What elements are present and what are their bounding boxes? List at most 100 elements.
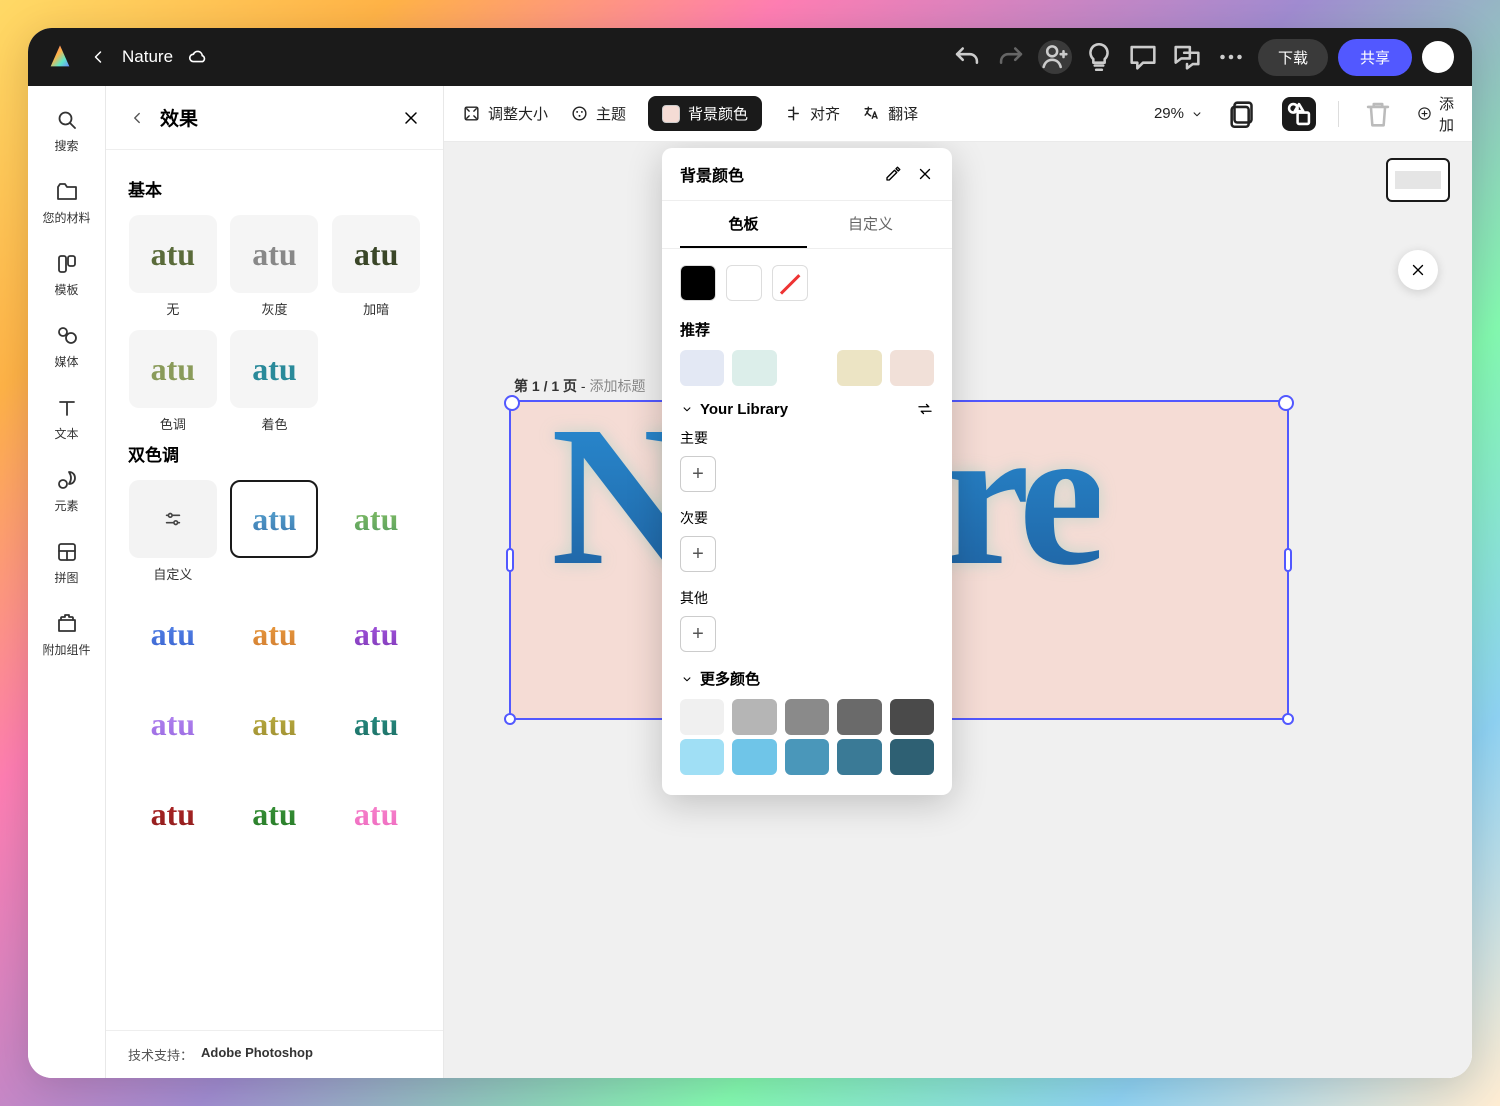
thumb-duotone-1[interactable]: atu <box>230 480 318 558</box>
back-button[interactable] <box>88 47 108 67</box>
color-swatch[interactable] <box>732 350 776 386</box>
rail-addons[interactable]: 附加组件 <box>28 608 105 662</box>
tool-add-button[interactable]: 添加 <box>1417 93 1454 135</box>
thumb-tint[interactable]: atu <box>129 330 217 408</box>
color-swatch[interactable] <box>680 350 724 386</box>
redo-button[interactable] <box>994 40 1028 74</box>
more-icon[interactable] <box>1214 40 1248 74</box>
canvas-viewport[interactable]: 第 1 / 1 页 - 添加标题 Nature 背景颜色 <box>444 142 1472 1078</box>
add-other-swatch[interactable]: + <box>680 616 716 652</box>
document-title[interactable]: Nature <box>122 47 173 67</box>
comment-icon[interactable] <box>1126 40 1160 74</box>
close-float-button[interactable] <box>1398 250 1438 290</box>
rail-elements[interactable]: 元素 <box>28 464 105 518</box>
thumb-grayscale[interactable]: atu <box>230 215 318 293</box>
tool-translate[interactable]: 翻译 <box>862 103 918 124</box>
tab-custom[interactable]: 自定义 <box>807 201 934 248</box>
tab-swatch[interactable]: 色板 <box>680 201 807 248</box>
color-swatch[interactable] <box>890 699 934 735</box>
thumb-duotone-8[interactable]: atu <box>332 685 420 763</box>
effects-scroll[interactable]: 基本 atu无 atu灰度 atu加暗 atu色调 atu着色 双色调 自定义 … <box>106 150 443 1030</box>
color-swatch[interactable] <box>837 739 881 775</box>
color-swatch[interactable] <box>785 699 829 735</box>
rail-templates[interactable]: 模板 <box>28 248 105 302</box>
topbar: Nature 下载 共享 <box>28 28 1472 86</box>
swatch-none[interactable] <box>772 265 808 301</box>
thumb-duotone-2[interactable]: atu <box>332 480 420 558</box>
thumb-colorize[interactable]: atu <box>230 330 318 408</box>
feedback-icon[interactable] <box>1170 40 1204 74</box>
swap-icon[interactable] <box>916 400 934 418</box>
effects-footer: 技术支持： Adobe Photoshop <box>106 1030 443 1078</box>
thumb-duotone-9[interactable]: atu <box>129 775 217 853</box>
thumb-duotone-3[interactable]: atu <box>129 595 217 673</box>
avatar[interactable] <box>1422 41 1454 73</box>
lightbulb-icon[interactable] <box>1082 40 1116 74</box>
color-swatch[interactable] <box>890 739 934 775</box>
section-more-colors: 更多颜色 <box>700 668 760 689</box>
color-swatch[interactable] <box>837 699 881 735</box>
thumb-duotone-7[interactable]: atu <box>230 685 318 763</box>
eyedropper-icon[interactable] <box>884 165 902 183</box>
thumb-duotone-5[interactable]: atu <box>332 595 420 673</box>
resize-handle[interactable] <box>1284 548 1292 572</box>
tool-layers-icon[interactable] <box>1282 97 1316 131</box>
effects-title: 效果 <box>160 104 387 131</box>
duotone-grid: 自定义 atu atu atu atu atu atu atu atu atu … <box>128 480 421 853</box>
app-window: Nature 下载 共享 搜索 您的材料 模板 媒体 文本 元素 拼图 附加组 <box>28 28 1472 1078</box>
share-button[interactable]: 共享 <box>1338 39 1412 76</box>
color-swatch[interactable] <box>837 350 881 386</box>
tool-delete-icon[interactable] <box>1361 97 1395 131</box>
resize-handle[interactable] <box>504 713 516 725</box>
color-swatch[interactable] <box>680 699 724 735</box>
effects-close-icon[interactable] <box>401 108 421 128</box>
swatch-black[interactable] <box>680 265 716 301</box>
thumb-none[interactable]: atu <box>129 215 217 293</box>
zoom-control[interactable]: 29% <box>1154 105 1204 122</box>
color-swatch[interactable] <box>732 699 776 735</box>
body: 搜索 您的材料 模板 媒体 文本 元素 拼图 附加组件 效果 基本 atu无 a… <box>28 86 1472 1078</box>
download-button[interactable]: 下载 <box>1258 39 1328 76</box>
color-swatch[interactable] <box>785 350 829 386</box>
rail-grids[interactable]: 拼图 <box>28 536 105 590</box>
popover-close-icon[interactable] <box>916 165 934 183</box>
undo-button[interactable] <box>950 40 984 74</box>
color-swatch[interactable] <box>732 739 776 775</box>
rail-media[interactable]: 媒体 <box>28 320 105 374</box>
tool-align[interactable]: 对齐 <box>784 103 840 124</box>
canvas-area: 调整大小 主题 背景颜色 对齐 翻译 29% 添加 第 1 / 1 页 - 添加… <box>444 86 1472 1078</box>
rail-your-stuff[interactable]: 您的材料 <box>28 176 105 230</box>
left-rail: 搜索 您的材料 模板 媒体 文本 元素 拼图 附加组件 <box>28 86 106 1078</box>
invite-user-button[interactable] <box>1038 40 1072 74</box>
tool-resize[interactable]: 调整大小 <box>462 103 548 124</box>
thumb-darken[interactable]: atu <box>332 215 420 293</box>
thumb-duotone-6[interactable]: atu <box>129 685 217 763</box>
color-swatch[interactable] <box>890 350 934 386</box>
thumb-custom[interactable] <box>129 480 217 558</box>
add-primary-swatch[interactable]: + <box>680 456 716 492</box>
swatch-white[interactable] <box>726 265 762 301</box>
thumb-duotone-10[interactable]: atu <box>230 775 318 853</box>
swatch-row-main <box>680 265 934 301</box>
effects-back-icon[interactable] <box>128 109 146 127</box>
tool-theme[interactable]: 主题 <box>570 103 626 124</box>
resize-handle[interactable] <box>1282 713 1294 725</box>
color-swatch[interactable] <box>680 739 724 775</box>
popover-header: 背景颜色 <box>662 148 952 201</box>
resize-handle[interactable] <box>506 548 514 572</box>
color-swatch[interactable] <box>785 739 829 775</box>
popover-body[interactable]: 推荐 Your Library 主要 + 次要 + 其他 + 更多 <box>662 249 952 795</box>
tool-pages-icon[interactable] <box>1226 97 1260 131</box>
rail-text[interactable]: 文本 <box>28 392 105 446</box>
cloud-icon[interactable] <box>187 46 209 68</box>
chevron-down-icon[interactable] <box>680 672 694 686</box>
tool-bg-color[interactable]: 背景颜色 <box>648 96 762 131</box>
effects-header: 效果 <box>106 86 443 150</box>
rail-search[interactable]: 搜索 <box>28 104 105 158</box>
add-secondary-swatch[interactable]: + <box>680 536 716 572</box>
thumb-duotone-4[interactable]: atu <box>230 595 318 673</box>
chevron-down-icon[interactable] <box>680 402 694 416</box>
label-other: 其他 <box>680 588 934 608</box>
thumb-duotone-11[interactable]: atu <box>332 775 420 853</box>
page-thumbnail[interactable] <box>1386 158 1450 202</box>
